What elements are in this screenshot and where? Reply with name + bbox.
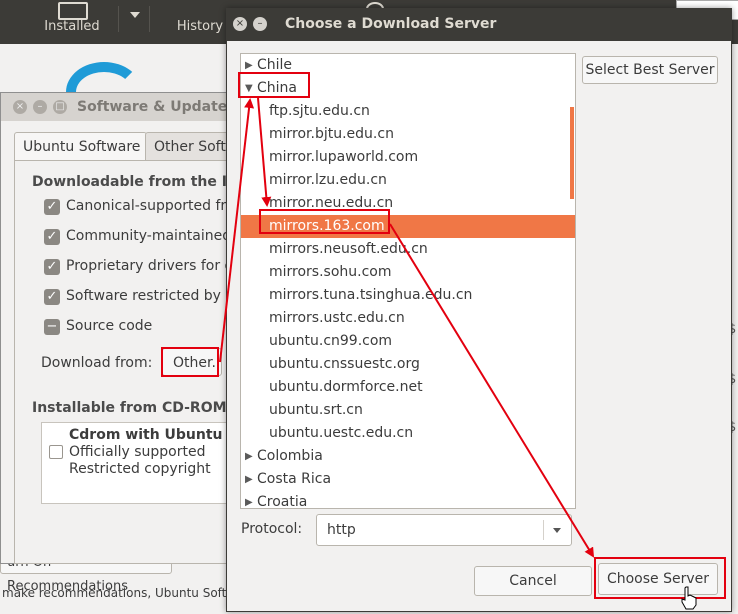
installed-label: Installed [44,19,100,34]
chevron-down-icon [553,528,561,537]
protocol-value: http [327,522,356,538]
tree-server-row[interactable]: ftp.sjtu.edu.cn [241,100,575,123]
cdrom-line: Restricted copyright [69,461,211,477]
tree-server-row[interactable]: mirror.lupaworld.com [241,146,575,169]
expander-collapsed-icon[interactable]: ▶ [245,54,253,77]
expander-collapsed-icon[interactable]: ▶ [245,491,253,508]
server-name: ftp.sjtu.edu.cn [269,103,370,119]
close-icon[interactable]: × [13,100,27,114]
server-name: ubuntu.cnssuestc.org [269,356,420,372]
checkbox-label: Source code [66,318,153,334]
checkbox-checked-icon: ✓ [44,229,60,245]
server-name: mirror.lupaworld.com [269,149,419,165]
downloadable-heading: Downloadable from the Int [32,174,244,190]
server-name: ubuntu.srt.cn [269,402,363,418]
cancel-button[interactable]: Cancel [474,566,592,596]
tree-country-row[interactable]: ▶ Colombia [241,445,575,468]
tree-server-row-selected[interactable]: mirrors.163.com [241,215,575,238]
country-name: Chile [257,57,293,73]
server-name: mirror.lzu.edu.cn [269,172,387,188]
server-name: mirrors.tuna.tsinghua.edu.cn [269,287,473,303]
server-tree[interactable]: ▶ Chile ▼ China ftp.sjtu.edu.cn mirror.b… [240,53,576,509]
download-from-button[interactable]: Other... [162,348,222,376]
server-name: ubuntu.dormforce.net [269,379,423,395]
checkbox-mixed-icon: − [44,319,60,335]
cdrom-title: Cdrom with Ubuntu 13 [69,427,247,443]
checkbox-label: Proprietary drivers for d [66,258,234,274]
choose-server-button[interactable]: Choose Server [598,563,718,595]
country-name: Colombia [257,448,323,464]
close-icon[interactable]: × [233,17,247,31]
dialog-titlebar: × – Choose a Download Server [227,9,731,41]
server-name: ubuntu.cn99.com [269,333,393,349]
expander-collapsed-icon[interactable]: ▶ [245,445,253,468]
tree-server-row[interactable]: mirrors.sohu.com [241,261,575,284]
server-name: mirrors.neusoft.edu.cn [269,241,428,257]
tree-server-row[interactable]: ubuntu.cn99.com [241,330,575,353]
tree-country-row[interactable]: ▼ China [241,77,575,100]
tree-server-row[interactable]: mirror.neu.edu.cn [241,192,575,215]
country-name: Costa Rica [257,471,332,487]
expander-expanded-icon[interactable]: ▼ [245,77,253,100]
tree-server-row[interactable]: mirrors.ustc.edu.cn [241,307,575,330]
dialog-title: Choose a Download Server [285,16,497,32]
tab-ubuntu-software[interactable]: Ubuntu Software [14,132,147,161]
cdrom-line: Officially supported [69,444,206,460]
server-name: mirrors.sohu.com [269,264,392,280]
country-name: China [257,80,297,96]
checkbox-label: Canonical-supported fre [66,198,235,214]
server-name: mirrors.ustc.edu.cn [269,310,405,326]
protocol-select[interactable]: http [316,514,572,546]
expander-collapsed-icon[interactable]: ▶ [245,468,253,491]
server-name: mirror.bjtu.edu.cn [269,126,394,142]
tree-server-row[interactable]: mirrors.neusoft.edu.cn [241,238,575,261]
cdrom-checkbox[interactable] [49,445,63,459]
checkbox-label: Community-maintained [66,228,232,244]
recommendations-text: make recommendations, Ubuntu Softwar [2,586,249,600]
window-title: Software & Updates [77,99,236,115]
tree-server-row[interactable]: mirror.bjtu.edu.cn [241,123,575,146]
installed-dropdown-icon[interactable] [118,6,150,32]
tree-country-row[interactable]: ▶ Costa Rica [241,468,575,491]
server-name: ubuntu.uestc.edu.cn [269,425,414,441]
tree-server-row[interactable]: mirrors.tuna.tsinghua.edu.cn [241,284,575,307]
server-name: mirrors.163.com [269,218,385,234]
tree-server-row[interactable]: ubuntu.srt.cn [241,399,575,422]
history-label: History [176,19,224,34]
select-best-server-button[interactable]: Select Best Server [582,56,718,84]
server-name: mirror.neu.edu.cn [269,195,394,211]
minimize-icon[interactable]: – [253,17,267,31]
download-from-label: Download from: [41,355,153,371]
tree-scrollbar[interactable] [570,107,574,199]
protocol-label: Protocol: [241,521,303,537]
tree-server-row[interactable]: mirror.lzu.edu.cn [241,169,575,192]
tree-country-row[interactable]: ▶ Croatia [241,491,575,509]
tree-server-row[interactable]: ubuntu.dormforce.net [241,376,575,399]
cdrom-list: Cdrom with Ubuntu 13 Officially supporte… [41,422,247,504]
minimize-icon[interactable]: – [33,100,47,114]
tree-country-row[interactable]: ▶ Chile [241,54,575,77]
history-tab[interactable]: History [170,0,384,44]
checkbox-checked-icon: ✓ [44,259,60,275]
checkbox-checked-icon: ✓ [44,199,60,215]
installed-tab[interactable]: Installed [36,0,108,44]
checkbox-checked-icon: ✓ [44,289,60,305]
maximize-icon[interactable]: □ [53,100,67,114]
checkbox-label: Software restricted by c [66,288,234,304]
hand-cursor-icon [681,586,697,610]
tree-server-row[interactable]: ubuntu.uestc.edu.cn [241,422,575,445]
tree-server-row[interactable]: ubuntu.cnssuestc.org [241,353,575,376]
software-updates-titlebar: × – □ Software & Updates [1,93,237,121]
cdrom-heading: Installable from CD-ROM/D [32,400,244,416]
select-separator [543,520,544,540]
country-name: Croatia [257,494,308,509]
monitor-icon [58,2,88,20]
